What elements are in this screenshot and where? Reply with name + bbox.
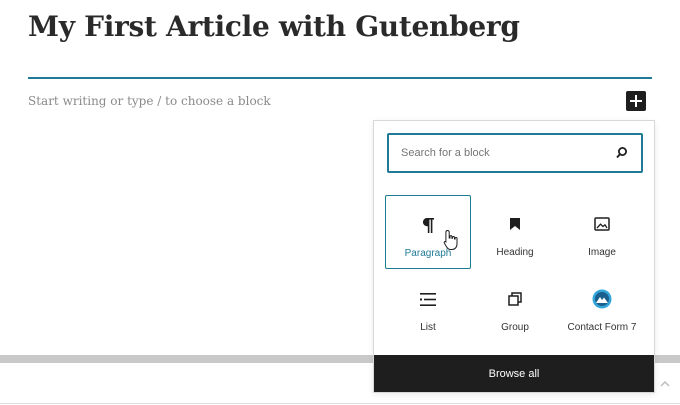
hand-cursor-icon [443, 229, 458, 250]
block-image[interactable]: Image [559, 195, 645, 269]
chevron-up-icon [660, 380, 670, 387]
bookmark-icon [510, 218, 520, 230]
block-list[interactable]: List [385, 270, 471, 344]
image-icon [594, 217, 610, 231]
block-contact-form-7[interactable]: Contact Form 7 [559, 270, 645, 344]
block-label: Image [588, 247, 616, 258]
group-icon [508, 292, 522, 306]
search-input[interactable] [401, 147, 601, 159]
search-icon[interactable] [615, 146, 629, 160]
block-inserter-popover: Paragraph Heading Image [373, 120, 655, 393]
bottom-divider [0, 403, 680, 404]
title-underline [28, 77, 652, 79]
block-group[interactable]: Group [472, 270, 558, 344]
contact-form-icon [592, 289, 612, 309]
block-placeholder[interactable]: Start writing or type / to choose a bloc… [28, 94, 271, 108]
scroll-up-button[interactable] [658, 377, 672, 391]
block-label: Contact Form 7 [567, 322, 637, 333]
browse-all-button[interactable]: Browse all [374, 355, 654, 392]
plus-icon [630, 95, 642, 107]
paragraph-icon [422, 217, 434, 233]
list-icon [420, 292, 436, 306]
post-title[interactable]: My First Article with Gutenberg [28, 10, 520, 43]
block-label: List [420, 322, 436, 333]
block-label: Group [501, 322, 529, 333]
add-block-button[interactable] [626, 91, 646, 111]
search-box [387, 133, 643, 173]
block-heading[interactable]: Heading [472, 195, 558, 269]
block-label: Heading [496, 247, 534, 258]
